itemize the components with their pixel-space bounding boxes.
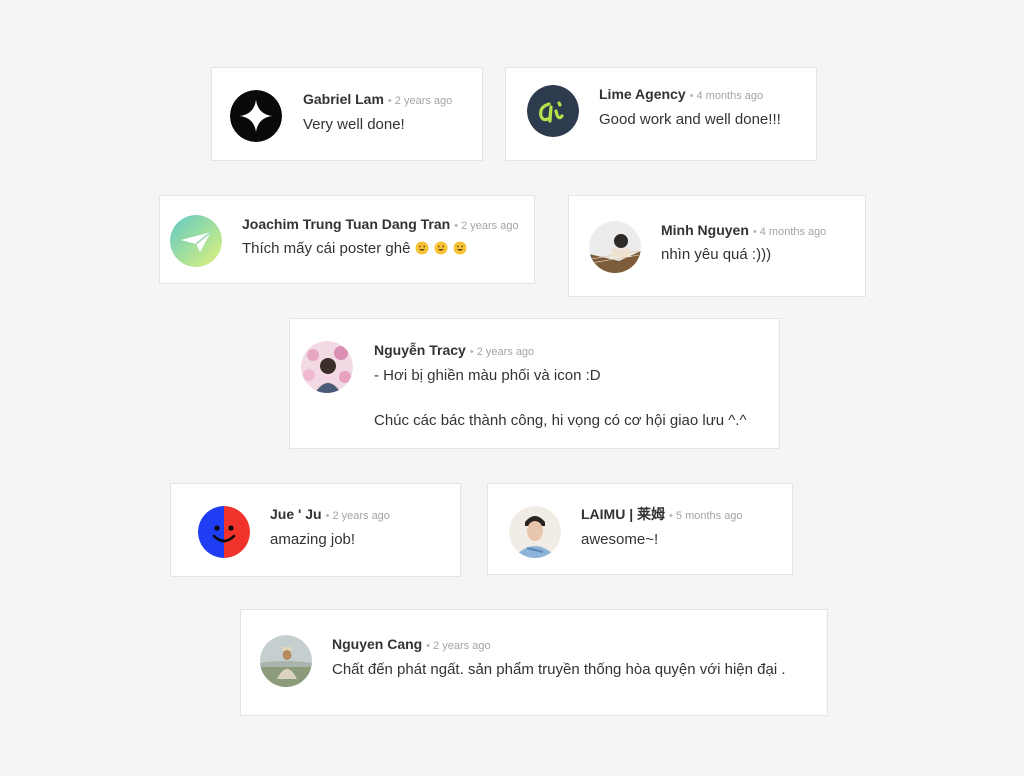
- avatar-star-icon[interactable]: [230, 90, 282, 142]
- comment-text: Good work and well done!!!: [599, 111, 781, 128]
- comment-card: Lime Agency • 4 months ago Good work and w…: [505, 67, 817, 161]
- comment-text: nhìn yêu quá :))): [661, 246, 772, 263]
- comment-timestamp[interactable]: 5 months ago: [676, 510, 743, 522]
- comment-text: Thích mấy cái poster ghê: [242, 240, 411, 257]
- comment-timestamp[interactable]: 4 months ago: [760, 226, 827, 238]
- comment-timestamp[interactable]: 2 years ago: [433, 640, 490, 652]
- commenter-name[interactable]: Minh Nguyen: [661, 222, 749, 238]
- comment-card: Nguyen Cang • 2 years ago Chất đến phát ng…: [240, 609, 828, 716]
- comment-text: awesome~!: [581, 531, 659, 548]
- commenter-name[interactable]: Gabriel Lam: [303, 91, 384, 107]
- avatar-photo[interactable]: [509, 506, 561, 558]
- separator-dot: •: [689, 90, 694, 102]
- avatar-lime-logo-icon[interactable]: [527, 85, 579, 137]
- avatar-photo[interactable]: [260, 635, 312, 687]
- comment-card: Nguyễn Tracy • 2 years ago - Hơi bị ghiền …: [289, 318, 780, 449]
- comment-card: Minh Nguyen • 4 months ago nhìn yêu quá :)…: [568, 195, 866, 297]
- grinning-face-emoji-icon: [415, 241, 429, 255]
- comment-timestamp[interactable]: 2 years ago: [461, 220, 518, 232]
- separator-dot: •: [387, 95, 392, 107]
- separator-dot: •: [752, 226, 757, 238]
- separator-dot: •: [325, 510, 330, 522]
- commenter-name[interactable]: Joachim Trung Tuan Dang Tran: [242, 216, 450, 232]
- grinning-face-emoji-icon: [434, 241, 448, 255]
- separator-dot: •: [454, 220, 459, 232]
- avatar-paper-plane-icon[interactable]: [170, 215, 222, 267]
- comment-timestamp[interactable]: 2 years ago: [477, 346, 534, 358]
- commenter-name[interactable]: Lime Agency: [599, 86, 686, 102]
- comment-card: Gabriel Lam • 2 years ago Very well done!: [211, 67, 483, 161]
- separator-dot: •: [669, 510, 673, 522]
- comment-text: Very well done!: [303, 116, 405, 133]
- commenter-name[interactable]: Nguyễn Tracy: [374, 342, 466, 358]
- comment-card: Jue ' Ju • 2 years ago amazing job!: [170, 483, 461, 577]
- comment-text-line: Chúc các bác thành công, hi vọng có cơ h…: [374, 412, 747, 429]
- separator-dot: •: [426, 640, 431, 652]
- comment-text: Chất đến phát ngất. sản phẩm truyền thốn…: [332, 661, 786, 678]
- grinning-face-emoji-icon: [453, 241, 467, 255]
- comment-text-line: - Hơi bị ghiền màu phối và icon :D: [374, 367, 601, 384]
- avatar-photo[interactable]: [301, 341, 353, 393]
- avatar-smile-icon[interactable]: [198, 506, 250, 558]
- comment-timestamp[interactable]: 2 years ago: [332, 510, 389, 522]
- separator-dot: •: [469, 346, 474, 358]
- comment-text: amazing job!: [270, 531, 356, 548]
- comment-card: Joachim Trung Tuan Dang Tran • 2 years ago…: [159, 195, 535, 284]
- commenter-name[interactable]: Nguyen Cang: [332, 636, 422, 652]
- avatar-photo[interactable]: [589, 221, 641, 273]
- comment-timestamp[interactable]: 2 years ago: [395, 95, 452, 107]
- comment-timestamp[interactable]: 4 months ago: [696, 90, 763, 102]
- commenter-name[interactable]: Jue ' Ju: [270, 506, 322, 522]
- commenter-name[interactable]: LAIMU | 莱姆: [581, 506, 665, 522]
- comment-text-row: Thích mấy cái poster ghê: [242, 240, 472, 258]
- comment-card: LAIMU | 莱姆 • 5 months ago awesome~!: [487, 483, 793, 575]
